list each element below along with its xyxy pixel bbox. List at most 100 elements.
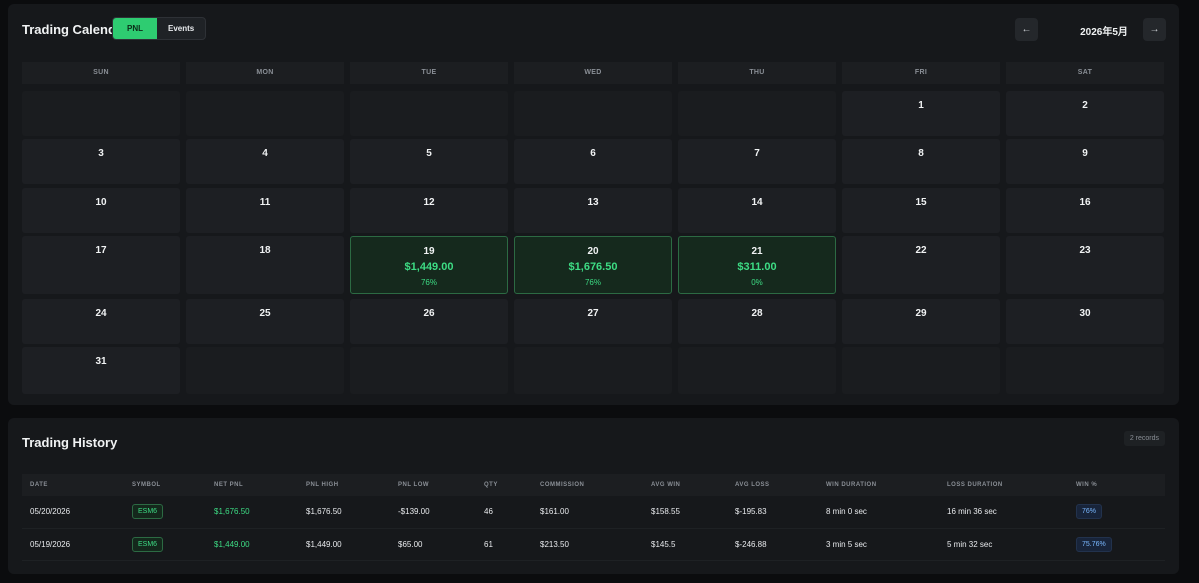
- calendar-day-2[interactable]: 2: [1006, 91, 1164, 136]
- column-header-avg-win[interactable]: AVG WIN: [643, 474, 727, 496]
- table-cell: $1,676.50: [298, 496, 390, 529]
- calendar-day-24[interactable]: 24: [22, 299, 180, 344]
- weekday-wed: WED: [514, 62, 672, 84]
- table-cell: $158.55: [643, 496, 727, 529]
- table-cell: $145.5: [643, 528, 727, 561]
- day-number: 29: [915, 308, 927, 319]
- table-cell: 3 min 5 sec: [818, 528, 939, 561]
- arrow-left-icon: ←: [1021, 24, 1032, 35]
- column-header-symbol[interactable]: SYMBOL: [124, 474, 206, 496]
- day-win-pct: 76%: [584, 278, 601, 287]
- calendar-day-31[interactable]: 31: [22, 347, 180, 394]
- day-number: 1: [918, 100, 924, 111]
- calendar-day-10[interactable]: 10: [22, 188, 180, 233]
- table-cell: 05/20/2026: [22, 496, 124, 529]
- calendar-day-29[interactable]: 29: [842, 299, 1000, 344]
- calendar-day-15[interactable]: 15: [842, 188, 1000, 233]
- table-cell: $1,676.50: [206, 496, 298, 529]
- calendar-day-27[interactable]: 27: [514, 299, 672, 344]
- next-month-button[interactable]: →: [1143, 18, 1166, 41]
- day-win-pct: 76%: [420, 278, 437, 287]
- day-number: 6: [590, 148, 596, 159]
- prev-month-button[interactable]: ←: [1015, 18, 1038, 41]
- column-header-win-duration[interactable]: WIN DURATION: [818, 474, 939, 496]
- column-header-date[interactable]: DATE: [22, 474, 124, 496]
- calendar-day-13[interactable]: 13: [514, 188, 672, 233]
- calendar-day-19[interactable]: 19 $1,449.00 76%: [350, 236, 508, 294]
- table-cell: 75.76%: [1068, 528, 1165, 561]
- table-cell: 46: [476, 496, 532, 529]
- calendar-day-17[interactable]: 17: [22, 236, 180, 294]
- calendar-day-23[interactable]: 23: [1006, 236, 1164, 294]
- day-number: 9: [1082, 148, 1088, 159]
- calendar-empty-cell: [350, 91, 508, 136]
- table-cell: 5 min 32 sec: [939, 528, 1068, 561]
- column-header-pnl-high[interactable]: PNL HIGH: [298, 474, 390, 496]
- arrow-right-icon: →: [1149, 24, 1160, 35]
- calendar-day-3[interactable]: 3: [22, 139, 180, 184]
- day-number: 30: [1079, 308, 1091, 319]
- column-header-commission[interactable]: COMMISSION: [532, 474, 643, 496]
- calendar-day-5[interactable]: 5: [350, 139, 508, 184]
- view-toggle: PNL Events: [112, 17, 207, 40]
- table-header-row: DATE SYMBOL NET PNL PNL HIGH PNL LOW QTY COMMI…: [22, 474, 1165, 496]
- calendar-day-7[interactable]: 7: [678, 139, 836, 184]
- history-table: DATE SYMBOL NET PNL PNL HIGH PNL LOW QTY COMMI…: [22, 474, 1165, 561]
- column-header-qty[interactable]: QTY: [476, 474, 532, 496]
- table-cell: $161.00: [532, 496, 643, 529]
- column-header-net-pnl[interactable]: NET PNL: [206, 474, 298, 496]
- month-label: 2026年5月: [1080, 27, 1128, 38]
- calendar-day-9[interactable]: 9: [1006, 139, 1164, 184]
- day-number: 20: [587, 246, 599, 257]
- day-number: 26: [423, 308, 435, 319]
- table-cell: 16 min 36 sec: [939, 496, 1068, 529]
- records-count-badge: 2 records: [1123, 431, 1165, 446]
- day-number: 13: [587, 197, 599, 208]
- calendar-day-25[interactable]: 25: [186, 299, 344, 344]
- calendar-empty-cell: [514, 91, 672, 136]
- column-header-pnl-low[interactable]: PNL LOW: [390, 474, 476, 496]
- table-cell: $-246.88: [727, 528, 818, 561]
- pnl-toggle-button[interactable]: PNL: [113, 18, 157, 39]
- day-number: 18: [259, 245, 271, 256]
- calendar-day-30[interactable]: 30: [1006, 299, 1164, 344]
- calendar-empty-cell: [186, 347, 344, 394]
- calendar-day-28[interactable]: 28: [678, 299, 836, 344]
- day-pnl-value: $311.00: [737, 261, 777, 273]
- calendar-day-26[interactable]: 26: [350, 299, 508, 344]
- day-number: 7: [754, 148, 760, 159]
- table-row[interactable]: 05/19/2026 ESM6 $1,449.00 $1,449.00 $65.00 61…: [22, 528, 1165, 561]
- weekday-tue: TUE: [350, 62, 508, 84]
- calendar-day-6[interactable]: 6: [514, 139, 672, 184]
- day-number: 3: [98, 148, 104, 159]
- calendar-day-18[interactable]: 18: [186, 236, 344, 294]
- table-cell: $1,449.00: [298, 528, 390, 561]
- column-header-avg-loss[interactable]: AVG LOSS: [727, 474, 818, 496]
- day-number: 25: [259, 308, 271, 319]
- trading-history-panel: Trading History 2 records DATE SYMBOL NET …: [8, 418, 1179, 574]
- calendar-day-22[interactable]: 22: [842, 236, 1000, 294]
- events-toggle-button[interactable]: Events: [157, 18, 205, 39]
- table-row[interactable]: 05/20/2026 ESM6 $1,676.50 $1,676.50 -$139.00…: [22, 496, 1165, 529]
- calendar-empty-cell: [514, 347, 672, 394]
- calendar-day-20[interactable]: 20 $1,676.50 76%: [514, 236, 672, 294]
- win-pct-badge: 76%: [1076, 504, 1103, 520]
- calendar-day-16[interactable]: 16: [1006, 188, 1164, 233]
- calendar-day-8[interactable]: 8: [842, 139, 1000, 184]
- calendar-empty-cell: [678, 91, 836, 136]
- calendar-day-1[interactable]: 1: [842, 91, 1000, 136]
- day-number: 27: [587, 308, 599, 319]
- calendar-empty-cell: [186, 91, 344, 136]
- win-pct-badge: 75.76%: [1076, 536, 1112, 552]
- calendar-day-4[interactable]: 4: [186, 139, 344, 184]
- table-cell: 8 min 0 sec: [818, 496, 939, 529]
- table-cell: $-195.83: [727, 496, 818, 529]
- calendar-day-11[interactable]: 11: [186, 188, 344, 233]
- column-header-loss-duration[interactable]: LOSS DURATION: [939, 474, 1068, 496]
- day-number: 10: [95, 197, 107, 208]
- column-header-win[interactable]: WIN %: [1068, 474, 1165, 496]
- trading-calendar-panel: Trading Calendar PNL Events ← 2026年5月 → …: [8, 4, 1179, 405]
- calendar-day-21[interactable]: 21 $311.00 0%: [678, 236, 836, 294]
- calendar-day-12[interactable]: 12: [350, 188, 508, 233]
- calendar-day-14[interactable]: 14: [678, 188, 836, 233]
